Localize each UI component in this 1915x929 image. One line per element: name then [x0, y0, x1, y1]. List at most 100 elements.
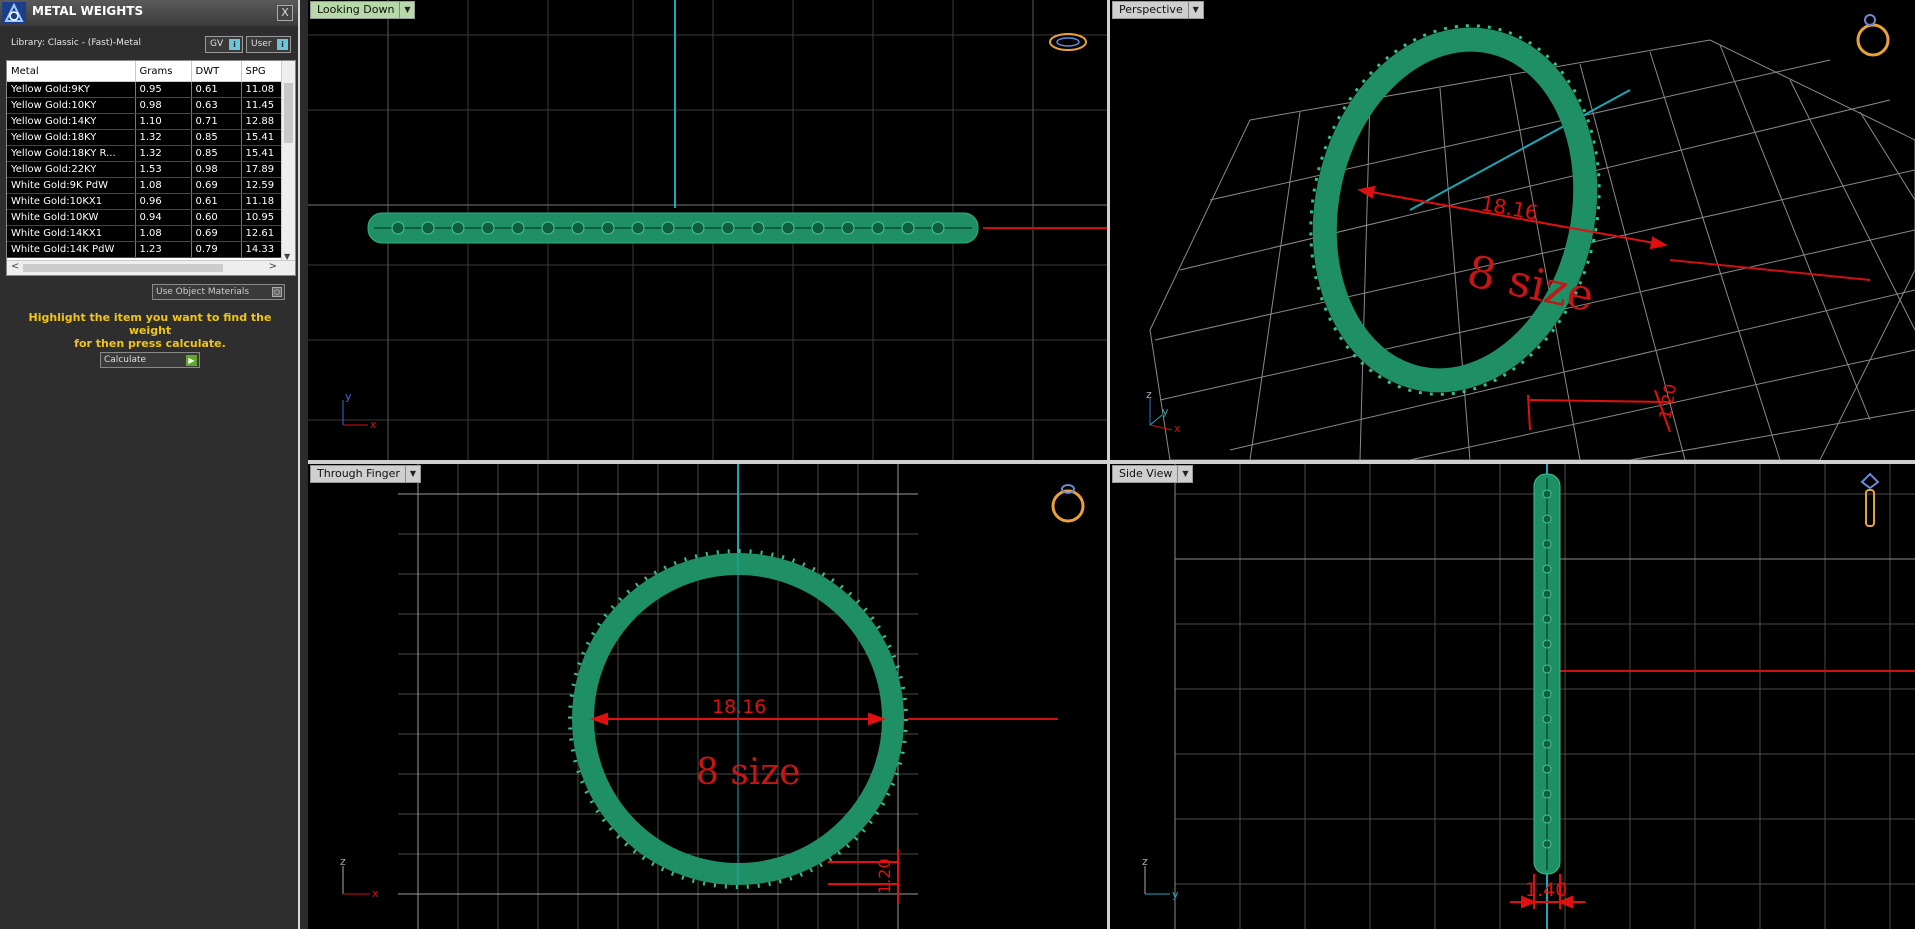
cell-dwt: 0.63	[191, 97, 242, 114]
axis-gizmo: z y x	[1146, 388, 1181, 435]
cell-metal: Yellow Gold:9KY	[7, 81, 136, 98]
cell-dwt: 0.71	[191, 113, 242, 130]
calculate-button[interactable]: Calculate ▶	[100, 352, 200, 368]
table-vertical-scrollbar[interactable]: ▼	[281, 61, 295, 261]
close-button[interactable]: X	[277, 5, 293, 21]
cell-grams: 1.23	[135, 241, 192, 258]
scroll-left-arrow-icon[interactable]: <	[11, 261, 19, 272]
cell-grams: 1.08	[135, 225, 192, 242]
dimension-width-label: 1.20	[875, 858, 894, 894]
column-header-grams[interactable]: Grams	[135, 61, 192, 82]
table-row[interactable]: Yellow Gold:10KY 0.98 0.63 11.45	[7, 97, 295, 114]
table-row[interactable]: Yellow Gold:14KY 1.10 0.71 12.88	[7, 113, 295, 130]
front-view-canvas: 18.16 8 size 1.20 z x	[340, 464, 1085, 929]
cell-dwt: 0.98	[191, 161, 242, 178]
viewport-menu-through-finger[interactable]: Through Finger ▼	[310, 465, 421, 483]
cell-metal: Yellow Gold:18KY R...	[7, 145, 136, 162]
table-row[interactable]: White Gold:10KW 0.94 0.60 10.95	[7, 209, 295, 226]
cell-metal: White Gold:10KX1	[7, 193, 136, 210]
cell-dwt: 0.69	[191, 225, 242, 242]
table-row[interactable]: Yellow Gold:9KY 0.95 0.61 11.08	[7, 81, 295, 98]
view-ring-side-icon[interactable]	[1860, 472, 1880, 527]
viewport-side-view[interactable]: 1.40 z y Side View ▼	[1110, 464, 1915, 929]
axis-gizmo-z-label: z	[340, 855, 346, 868]
axis-gizmo-x-label: x	[372, 887, 379, 900]
checkbox-icon: ○	[272, 287, 282, 297]
axis-gizmo-y-label: y	[1162, 405, 1169, 418]
gv-toggle[interactable]: GV i	[205, 36, 243, 53]
instructions-line: Highlight the item you want to find the …	[28, 311, 272, 337]
chevron-down-icon: ▼	[404, 466, 420, 482]
scroll-right-arrow-icon[interactable]: >	[269, 261, 277, 272]
cell-metal: Yellow Gold:14KY	[7, 113, 136, 130]
cell-dwt: 0.85	[191, 129, 242, 146]
table-row[interactable]: White Gold:9K PdW 1.08 0.69 12.59	[7, 177, 295, 194]
table-row[interactable]: White Gold:14K PdW 1.23 0.79 14.33	[7, 241, 295, 258]
axis-gizmo: z x	[340, 855, 379, 900]
viewport-label: Looking Down	[317, 3, 395, 16]
column-header-dwt[interactable]: DWT	[191, 61, 242, 82]
panel-title: METAL WEIGHTS	[32, 4, 144, 18]
gv-label: GV	[210, 39, 224, 49]
size-label: 8 size	[696, 752, 801, 793]
scroll-thumb[interactable]	[23, 264, 223, 272]
metal-weights-table: Metal Grams DWT SPG Yellow Gold:9KY 0.95 0…	[6, 60, 296, 276]
table-row[interactable]: Yellow Gold:18KY 1.32 0.85 15.41	[7, 129, 295, 146]
axis-gizmo-y-label: y	[1172, 888, 1179, 901]
use-object-materials-label: Use Object Materials	[156, 287, 250, 297]
chevron-down-icon: ▼	[1187, 2, 1203, 18]
table-row[interactable]: Yellow Gold:22KY 1.53 0.98 17.89	[7, 161, 295, 178]
viewport-perspective[interactable]: 18.16 8 size 1.20 z y x Perspective ▼	[1110, 0, 1915, 460]
top-view-canvas: y x	[308, 0, 1107, 460]
axis-gizmo: y x	[342, 390, 377, 431]
table-row[interactable]: White Gold:14KX1 1.08 0.69 12.61	[7, 225, 295, 242]
cell-grams: 1.32	[135, 129, 192, 146]
perspective-canvas: 18.16 8 size 1.20 z y x	[1146, 14, 1915, 460]
user-toggle-icon: i	[277, 39, 288, 50]
cell-grams: 0.96	[135, 193, 192, 210]
cell-metal: White Gold:14K PdW	[7, 241, 136, 258]
scroll-thumb[interactable]	[284, 83, 293, 143]
dimension-diameter-label: 18.16	[1479, 191, 1540, 225]
cell-dwt: 0.61	[191, 81, 242, 98]
dimension-width	[1527, 389, 1671, 433]
calculate-label: Calculate	[104, 355, 147, 365]
side-view-canvas: 1.40 z y	[1142, 464, 1915, 929]
viewport-menu-side-view[interactable]: Side View ▼	[1112, 465, 1194, 483]
viewport-through-finger[interactable]: 18.16 8 size 1.20 z x Through Finger ▼	[308, 464, 1107, 929]
axis-gizmo-z-label: z	[1146, 388, 1152, 401]
cell-grams: 0.95	[135, 81, 192, 98]
cell-metal: Yellow Gold:10KY	[7, 97, 136, 114]
cell-grams: 1.32	[135, 145, 192, 162]
axis-gizmo-z-label: z	[1142, 855, 1148, 868]
view-ring-top-icon[interactable]	[1049, 33, 1087, 51]
dimension-diameter-label: 18.16	[712, 696, 766, 718]
use-object-materials-toggle[interactable]: Use Object Materials ○	[152, 284, 285, 300]
cell-metal: White Gold:10KW	[7, 209, 136, 226]
viewport-menu-perspective[interactable]: Perspective ▼	[1112, 1, 1204, 19]
cell-dwt: 0.69	[191, 177, 242, 194]
column-header-metal[interactable]: Metal	[7, 61, 136, 82]
instructions-line: for then press calculate.	[74, 337, 226, 350]
viewport-label: Side View	[1119, 467, 1173, 480]
cell-metal: White Gold:14KX1	[7, 225, 136, 242]
chevron-down-icon: ▼	[1177, 466, 1192, 482]
cell-grams: 1.08	[135, 177, 192, 194]
viewport-looking-down[interactable]: y x Looking Down ▼	[308, 0, 1107, 460]
table-horizontal-scrollbar[interactable]: < >	[7, 260, 295, 275]
viewport-label: Through Finger	[317, 467, 400, 480]
play-icon: ▶	[186, 355, 197, 366]
user-toggle[interactable]: User i	[246, 36, 291, 53]
view-ring-perspective-icon[interactable]	[1856, 14, 1890, 57]
axis-gizmo-x-label: x	[1174, 422, 1181, 435]
cell-metal: White Gold:9K PdW	[7, 177, 136, 194]
table-row[interactable]: Yellow Gold:18KY R... 1.32 0.85 15.41	[7, 145, 295, 162]
view-ring-front-icon[interactable]	[1051, 484, 1085, 523]
cell-grams: 1.10	[135, 113, 192, 130]
dimension-width-label: 1.20	[1655, 382, 1680, 420]
viewport-menu-looking-down[interactable]: Looking Down ▼	[310, 1, 416, 19]
table-row[interactable]: White Gold:10KX1 0.96 0.61 11.18	[7, 193, 295, 210]
library-label: Library: Classic - (Fast)-Metal	[11, 38, 142, 48]
dimension-width-label: 1.40	[1525, 879, 1567, 901]
instructions-text: Highlight the item you want to find the …	[10, 311, 290, 350]
